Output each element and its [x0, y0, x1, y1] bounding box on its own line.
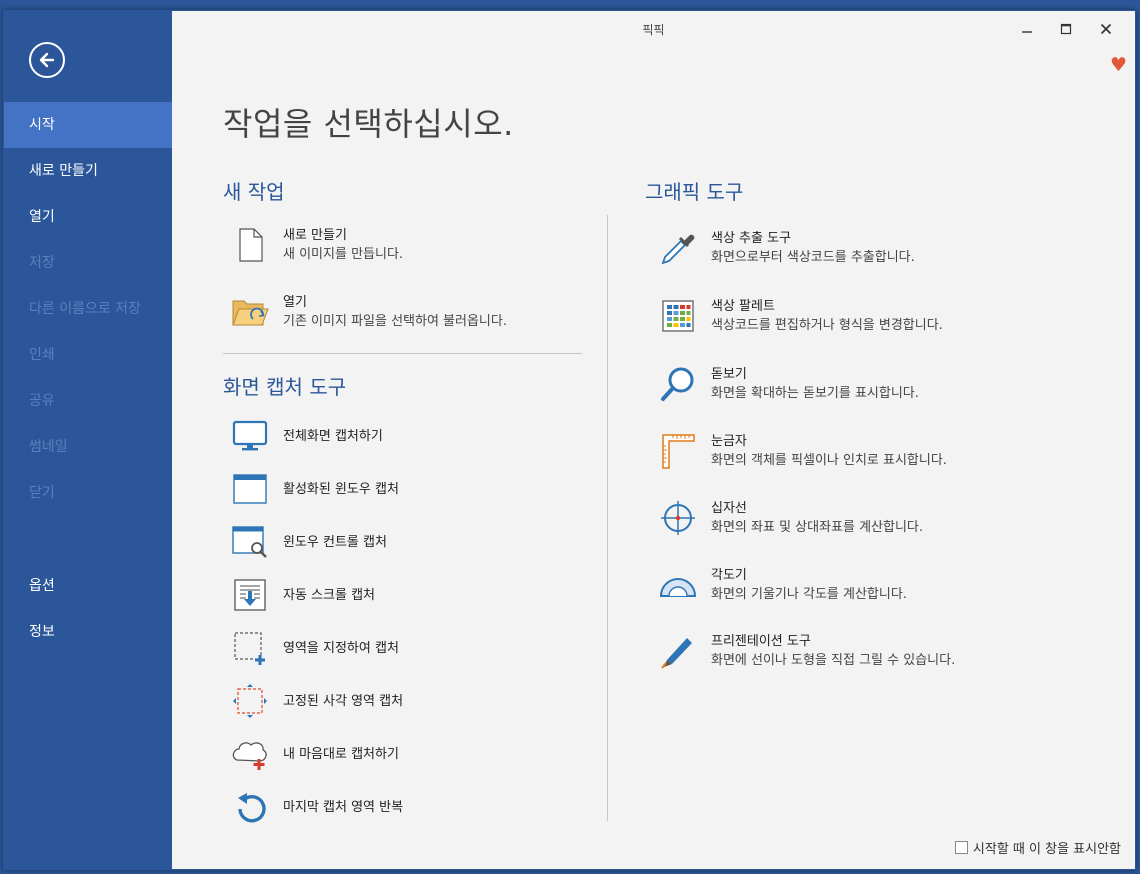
capture-window-control-item[interactable]: 윈도우 컨트롤 캡처: [231, 523, 387, 561]
minimize-button[interactable]: [1010, 17, 1044, 41]
new-image-item[interactable]: 새로 만들기 새 이미지를 만듭니다.: [231, 226, 403, 264]
sidebar-item-new[interactable]: 새로 만들기: [4, 148, 172, 194]
magnifier-label: 돋보기: [711, 367, 747, 382]
capture-freehand-label: 내 마음대로 캡처하기: [283, 746, 399, 762]
eyedropper-icon: [659, 229, 697, 267]
color-palette-item[interactable]: 색상 팔레트 색상코드를 편집하거나 형식을 변경합니다.: [659, 297, 943, 335]
page-title: 작업을 선택하십시오.: [223, 105, 514, 143]
sidebar-item-share: 공유: [29, 393, 55, 409]
sidebar-item-save-as: 다른 이름으로 저장: [29, 301, 141, 317]
pen-icon: [659, 632, 697, 670]
protractor-icon: [659, 566, 697, 604]
maximize-icon: [1060, 23, 1072, 35]
capture-region-item[interactable]: 영역을 지정하여 캡처: [231, 629, 399, 667]
color-picker-desc: 화면으로부터 색상코드를 추출합니다.: [711, 250, 915, 265]
arrow-left-icon: [39, 52, 55, 68]
new-image-desc: 새 이미지를 만듭니다.: [283, 247, 404, 262]
capture-fixed-region-item[interactable]: 고정된 사각 영역 캡처: [231, 682, 403, 720]
capture-active-window-item[interactable]: 활성화된 윈도우 캡처: [231, 470, 399, 508]
sidebar-item-save: 저장: [29, 255, 55, 271]
region-select-icon: [231, 629, 269, 667]
section-capture-title: 화면 캡처 도구: [223, 375, 347, 399]
open-file-desc: 기존 이미지 파일을 선택하여 불러옵니다.: [283, 314, 507, 329]
ruler-icon: [659, 432, 697, 470]
freehand-capture-icon: [231, 735, 269, 773]
open-file-label: 열기: [283, 295, 307, 310]
capture-window-control-label: 윈도우 컨트롤 캡처: [283, 534, 387, 550]
window-search-icon: [231, 523, 269, 561]
new-image-label: 새로 만들기: [283, 228, 347, 243]
start-dialog: 시작 새로 만들기 열기 저장 다른 이름으로 저장 인쇄 공유 썸네일 닫기 …: [3, 10, 1136, 870]
blank-page-icon: [231, 226, 269, 264]
window-icon: [231, 470, 269, 508]
protractor-desc: 화면의 기울기나 각도를 계산합니다.: [711, 587, 907, 602]
monitor-icon: [231, 417, 269, 455]
minimize-icon: [1022, 31, 1032, 33]
sidebar-item-print: 인쇄: [29, 347, 55, 363]
open-folder-icon: [231, 293, 269, 331]
sidebar-item-about[interactable]: 정보: [4, 609, 172, 655]
capture-freehand-item[interactable]: 내 마음대로 캡처하기: [231, 735, 399, 773]
capture-active-window-label: 활성화된 윈도우 캡처: [283, 481, 399, 497]
color-picker-label: 색상 추출 도구: [711, 231, 792, 246]
protractor-item[interactable]: 각도기 화면의 기울기나 각도를 계산합니다.: [659, 566, 907, 604]
sidebar-item-options[interactable]: 옵션: [4, 563, 172, 609]
color-palette-desc: 색상코드를 편집하거나 형식을 변경합니다.: [711, 318, 943, 333]
capture-scroll-label: 자동 스크롤 캡처: [283, 587, 375, 603]
color-picker-item[interactable]: 색상 추출 도구 화면으로부터 색상코드를 추출합니다.: [659, 229, 915, 267]
open-file-item[interactable]: 열기 기존 이미지 파일을 선택하여 불러옵니다.: [231, 293, 507, 331]
dont-show-label: 시작할 때 이 창을 표시안함: [972, 842, 1121, 857]
capture-fullscreen-label: 전체화면 캡처하기: [283, 428, 383, 444]
window-title: 픽픽: [642, 23, 665, 37]
protractor-label: 각도기: [711, 568, 747, 583]
dont-show-checkbox[interactable]: [954, 841, 968, 854]
presentation-tool-label: 프리젠테이션 도구: [711, 634, 811, 649]
fixed-region-icon: [231, 682, 269, 720]
crosshair-label: 십자선: [711, 501, 747, 516]
ruler-label: 눈금자: [711, 434, 747, 449]
title-bar: 픽픽: [172, 11, 1135, 49]
sidebar-item-open[interactable]: 열기: [4, 194, 172, 240]
sidebar-item-start[interactable]: 시작: [4, 102, 172, 148]
capture-repeat-label: 마지막 캡처 영역 반복: [283, 799, 404, 815]
crosshair-icon: [659, 499, 697, 537]
ruler-desc: 화면의 객체를 픽셀이나 인치로 표시합니다.: [711, 453, 947, 468]
section-new-task-title: 새 작업: [223, 180, 285, 204]
presentation-tool-desc: 화면에 선이나 도형을 직접 그릴 수 있습니다.: [711, 653, 956, 668]
scroll-capture-icon: [231, 576, 269, 614]
back-button[interactable]: [29, 42, 65, 78]
crosshair-item[interactable]: 십자선 화면의 좌표 및 상대좌표를 계산합니다.: [659, 499, 923, 537]
capture-fullscreen-item[interactable]: 전체화면 캡처하기: [231, 417, 383, 455]
magnifier-item[interactable]: 돋보기 화면을 확대하는 돋보기를 표시합니다.: [659, 365, 919, 403]
capture-repeat-item[interactable]: 마지막 캡처 영역 반복: [231, 788, 403, 826]
section-divider: [223, 353, 582, 354]
sidebar-item-thumbnail: 썸네일: [29, 439, 68, 455]
magnifier-icon: [659, 365, 697, 403]
ruler-item[interactable]: 눈금자 화면의 객체를 픽셀이나 인치로 표시합니다.: [659, 432, 947, 470]
capture-region-label: 영역을 지정하여 캡처: [283, 640, 399, 656]
repeat-capture-icon: [231, 788, 269, 826]
background-window-strip: [0, 0, 1140, 10]
close-icon: [1100, 23, 1112, 35]
sidebar: 시작 새로 만들기 열기 저장 다른 이름으로 저장 인쇄 공유 썸네일 닫기 …: [4, 11, 172, 869]
magnifier-desc: 화면을 확대하는 돋보기를 표시합니다.: [711, 386, 919, 401]
presentation-tool-item[interactable]: 프리젠테이션 도구 화면에 선이나 도형을 직접 그릴 수 있습니다.: [659, 632, 955, 670]
color-palette-label: 색상 팔레트: [711, 299, 775, 314]
sidebar-nav: 시작 새로 만들기 열기 저장 다른 이름으로 저장 인쇄 공유 썸네일 닫기 …: [4, 102, 172, 655]
capture-fixed-region-label: 고정된 사각 영역 캡처: [283, 693, 404, 709]
capture-scroll-item[interactable]: 자동 스크롤 캡처: [231, 576, 375, 614]
sidebar-item-close: 닫기: [29, 485, 55, 501]
maximize-button[interactable]: [1049, 17, 1083, 41]
close-button[interactable]: [1089, 17, 1123, 41]
section-graphic-tools-title: 그래픽 도구: [645, 180, 744, 204]
column-divider: [607, 215, 608, 821]
heart-icon[interactable]: ♥: [1110, 54, 1127, 76]
crosshair-desc: 화면의 좌표 및 상대좌표를 계산합니다.: [711, 520, 924, 535]
palette-icon: [659, 297, 697, 335]
dont-show-on-startup[interactable]: 시작할 때 이 창을 표시안함: [954, 838, 1121, 857]
